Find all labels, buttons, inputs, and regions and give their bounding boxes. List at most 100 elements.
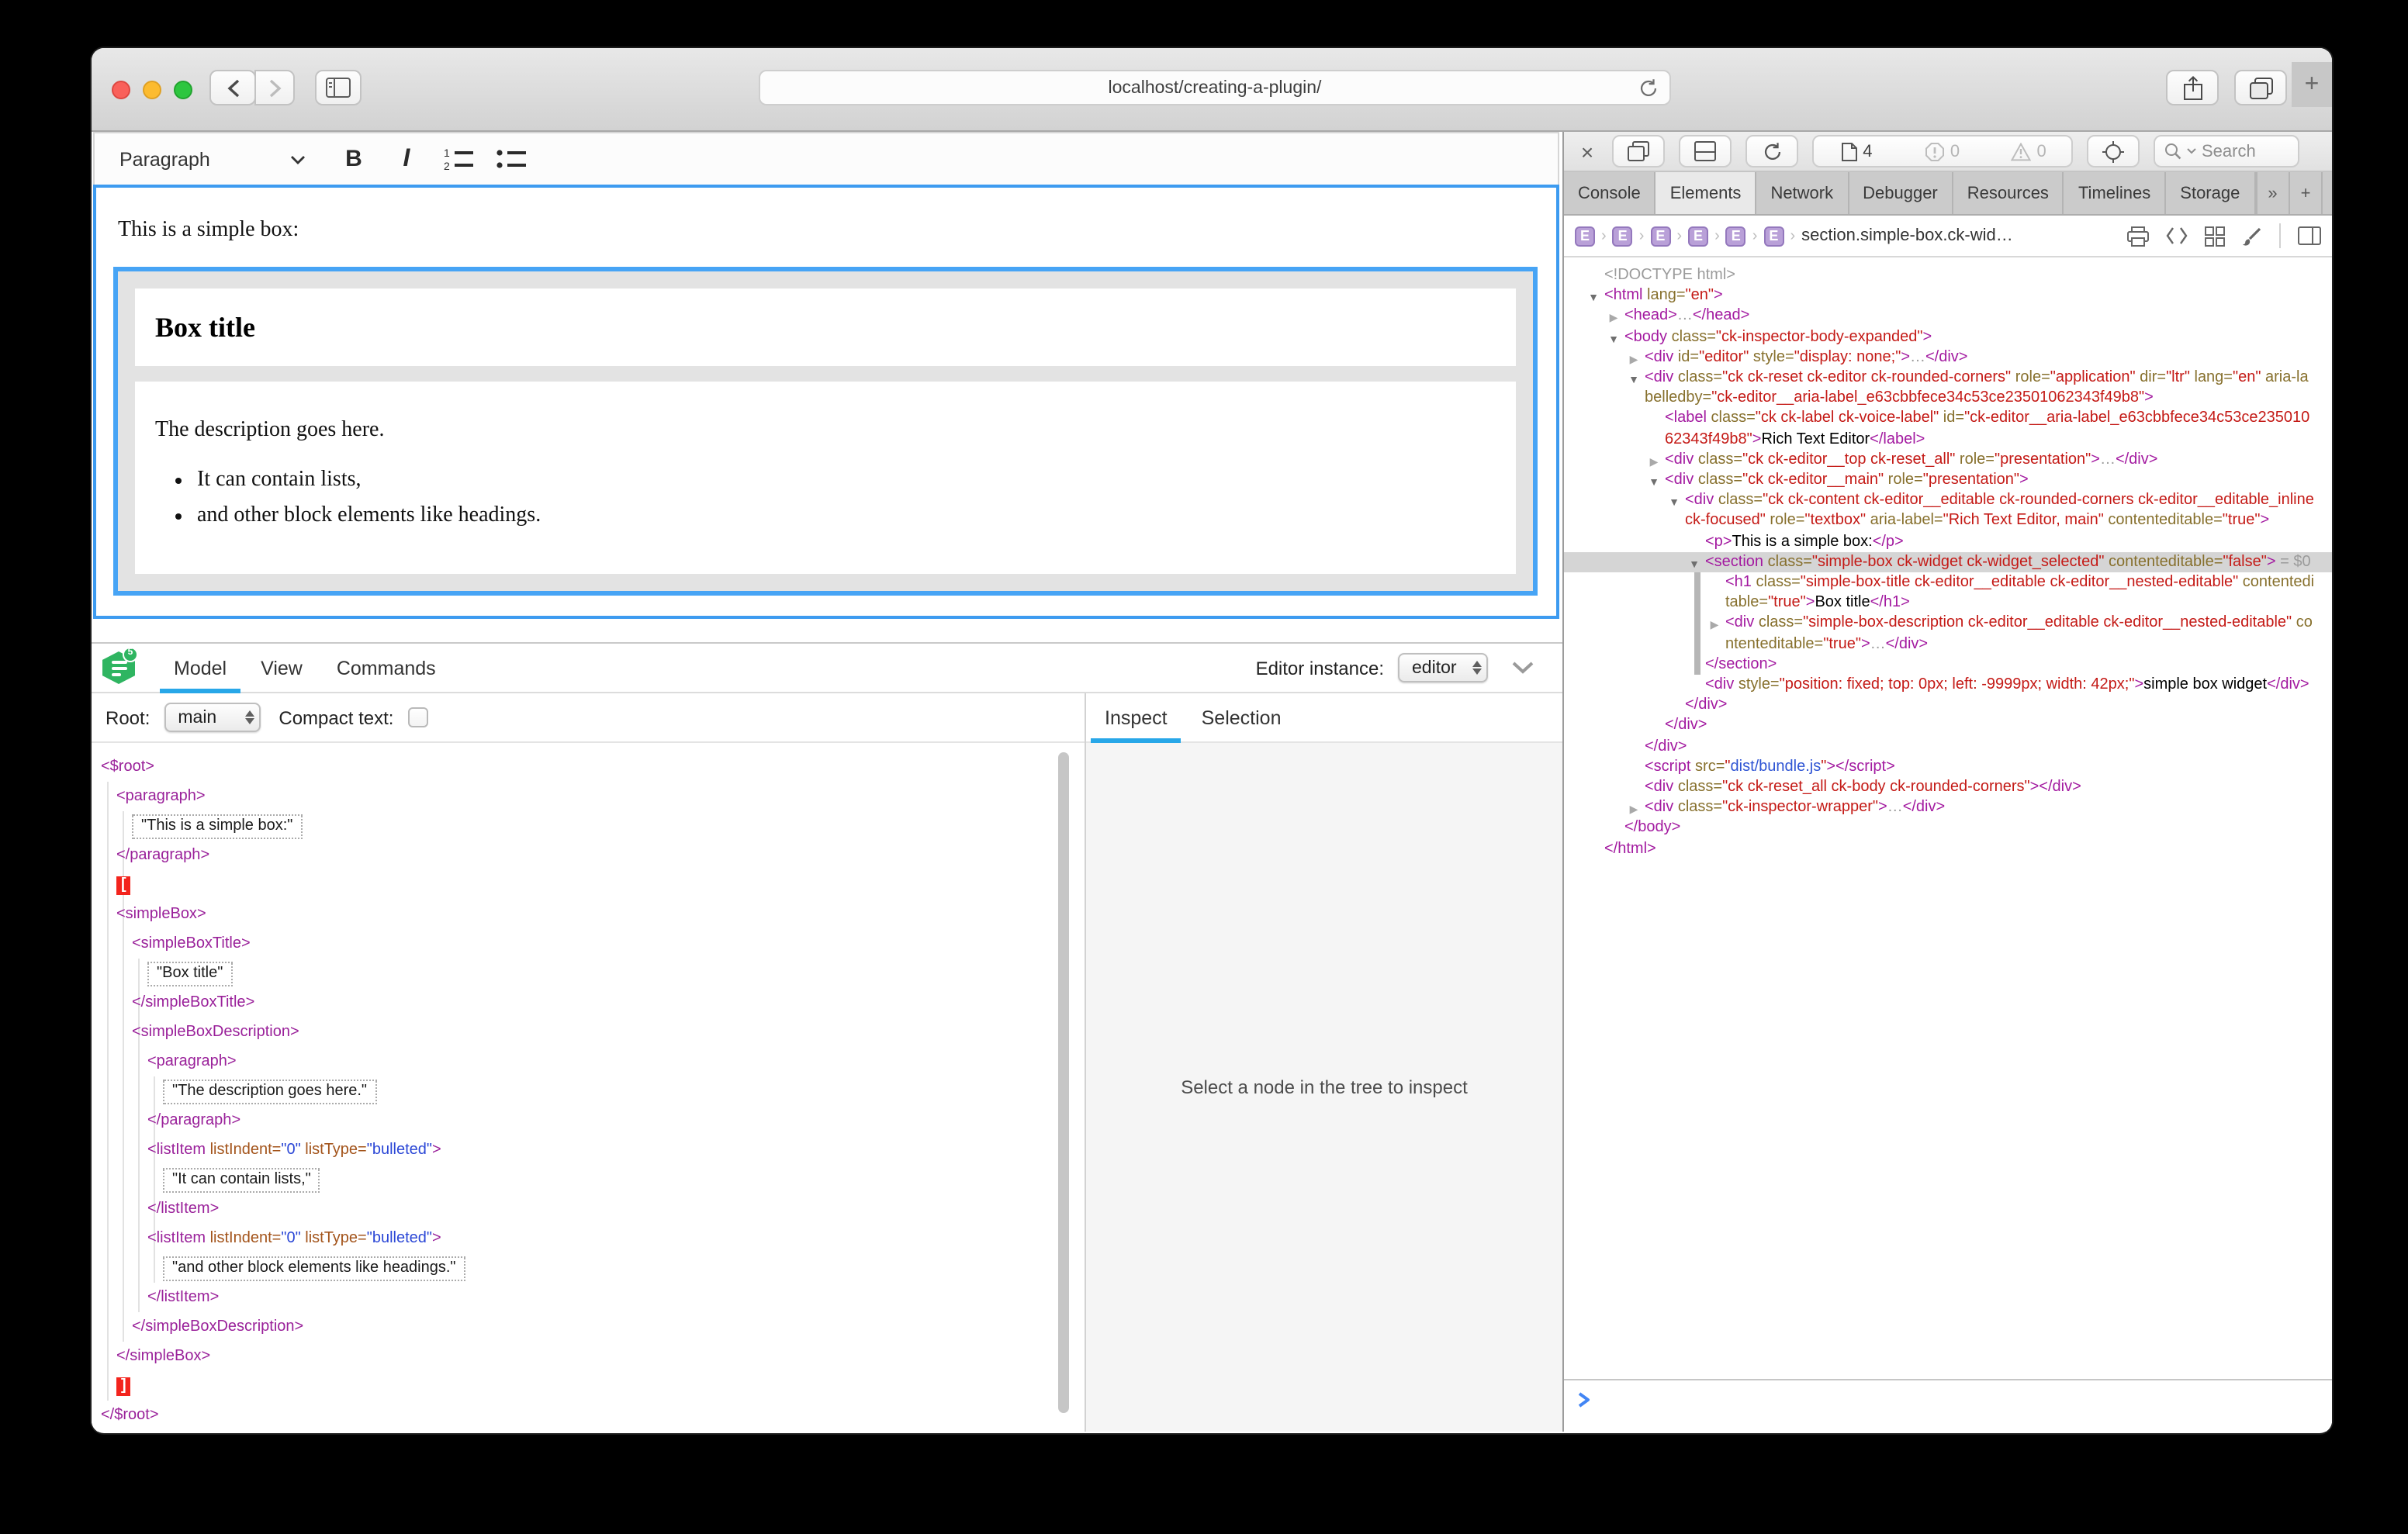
expanded-arrow-icon[interactable]: ▼ bbox=[1666, 493, 1682, 513]
new-tab-button[interactable]: + bbox=[2292, 62, 2332, 107]
model-node[interactable]: </listItem> bbox=[101, 1283, 1085, 1312]
resource-status-group[interactable]: 4 0 0 bbox=[1812, 135, 2073, 168]
tab-overview-button[interactable] bbox=[2234, 70, 2287, 105]
element-badge-icon[interactable]: E bbox=[1688, 226, 1708, 246]
expanded-arrow-icon[interactable]: ▼ bbox=[1626, 371, 1642, 391]
bold-button[interactable]: B bbox=[334, 140, 374, 178]
console-prompt[interactable] bbox=[1564, 1379, 2332, 1432]
editor-instance-select[interactable]: editor bbox=[1398, 653, 1488, 682]
side-tab-selection[interactable]: Selection bbox=[1185, 693, 1299, 742]
devtools-tab-console[interactable]: Console bbox=[1564, 172, 1656, 214]
devtools-tab-storage[interactable]: Storage bbox=[2166, 172, 2255, 214]
close-window-button[interactable] bbox=[112, 81, 130, 99]
devtools-tab-timelines[interactable]: Timelines bbox=[2064, 172, 2166, 214]
model-node[interactable]: </listItem> bbox=[101, 1194, 1085, 1224]
close-devtools-button[interactable]: × bbox=[1576, 139, 1598, 164]
side-tab-inspect[interactable]: Inspect bbox=[1088, 693, 1185, 742]
dom-node[interactable]: </div> bbox=[1564, 736, 2332, 756]
grid-icon[interactable] bbox=[2205, 226, 2225, 246]
dom-node[interactable]: ▶<div class="ck ck-editor__top ck-reset_… bbox=[1564, 450, 2332, 470]
devtools-tab-resources[interactable]: Resources bbox=[1953, 172, 2064, 214]
box-title-text[interactable]: Box title bbox=[155, 311, 255, 344]
tree-scrollbar[interactable] bbox=[1058, 752, 1069, 1413]
forward-button[interactable] bbox=[254, 70, 295, 105]
reload-button[interactable] bbox=[1638, 78, 1659, 104]
share-button[interactable] bbox=[2166, 70, 2219, 105]
model-node[interactable]: "This is a simple box:" bbox=[101, 811, 1085, 841]
heading-dropdown[interactable]: Paragraph bbox=[119, 148, 306, 170]
dom-node[interactable]: ▼<html lang="en"> bbox=[1564, 285, 2332, 306]
model-node[interactable]: <paragraph> bbox=[101, 1047, 1085, 1076]
devtools-search-field[interactable]: Search bbox=[2154, 135, 2299, 168]
collapse-inspector-button[interactable] bbox=[1511, 661, 1534, 675]
element-badge-icon[interactable]: E bbox=[1650, 226, 1670, 246]
model-node[interactable]: </paragraph> bbox=[101, 1106, 1085, 1135]
devtools-tab-network[interactable]: Network bbox=[1756, 172, 1849, 214]
model-node[interactable]: <listItem listIndent="0" listType="bulle… bbox=[101, 1135, 1085, 1165]
box-list-item[interactable]: and other block elements like headings. bbox=[197, 503, 1496, 530]
model-node[interactable]: [ bbox=[101, 870, 1085, 900]
dom-node[interactable]: ▼<div class="ck ck-content ck-editor__ed… bbox=[1564, 490, 2332, 531]
styles-brush-icon[interactable] bbox=[2242, 226, 2262, 246]
code-brackets-icon[interactable] bbox=[2166, 226, 2188, 245]
compact-text-checkbox[interactable] bbox=[407, 707, 427, 727]
devtools-reload-button[interactable] bbox=[1745, 135, 1798, 168]
model-node[interactable]: ] bbox=[101, 1371, 1085, 1401]
dom-node[interactable]: ▼<div class="ck ck-editor__main" role="p… bbox=[1564, 470, 2332, 490]
dom-node[interactable]: ▶<div class="simple-box-description ck-e… bbox=[1564, 613, 2332, 655]
model-node[interactable]: <$root> bbox=[101, 752, 1085, 782]
numbered-list-button[interactable]: 12 bbox=[439, 140, 479, 178]
devtools-tab-debugger[interactable]: Debugger bbox=[1849, 172, 1953, 214]
intro-paragraph[interactable]: This is a simple box: bbox=[118, 219, 1556, 244]
simple-box-widget[interactable]: Box title The description goes here. It … bbox=[113, 267, 1538, 596]
model-node[interactable]: <paragraph> bbox=[101, 782, 1085, 811]
model-node[interactable]: "Box title" bbox=[101, 959, 1085, 988]
simple-box-title-field[interactable]: Box title bbox=[135, 288, 1516, 366]
model-node[interactable]: <listItem listIndent="0" listType="bulle… bbox=[101, 1224, 1085, 1253]
dom-node[interactable]: ▼<div class="ck ck-reset ck-editor ck-ro… bbox=[1564, 368, 2332, 409]
dom-node[interactable]: </html> bbox=[1564, 838, 2332, 859]
model-node[interactable]: </simpleBox> bbox=[101, 1342, 1085, 1371]
dock-bottom-button[interactable] bbox=[1679, 135, 1732, 168]
box-list-item[interactable]: It can contain lists, bbox=[197, 467, 1496, 495]
model-node[interactable]: "The description goes here." bbox=[101, 1076, 1085, 1106]
print-icon[interactable] bbox=[2127, 226, 2149, 246]
model-node[interactable]: "It can contain lists," bbox=[101, 1165, 1085, 1194]
model-node[interactable]: </simpleBoxTitle> bbox=[101, 988, 1085, 1017]
dom-node[interactable]: ▶<head>…</head> bbox=[1564, 306, 2332, 326]
dom-node[interactable]: ▼<body class="ck-inspector-body-expanded… bbox=[1564, 326, 2332, 347]
model-node[interactable]: <simpleBox> bbox=[101, 900, 1085, 929]
dom-node[interactable]: <label class="ck ck-label ck-voice-label… bbox=[1564, 409, 2332, 450]
dom-node[interactable]: ▼<section class="simple-box ck-widget ck… bbox=[1564, 552, 2332, 572]
editor-editable-area[interactable]: This is a simple box: Box title The desc… bbox=[93, 185, 1559, 619]
details-sidebar-toggle-icon[interactable] bbox=[2298, 226, 2321, 245]
collapsed-arrow-icon[interactable]: ▶ bbox=[1707, 617, 1722, 637]
model-node[interactable]: </paragraph> bbox=[101, 841, 1085, 870]
dom-node[interactable]: </div> bbox=[1564, 716, 2332, 736]
dom-node[interactable]: <div class="ck ck-reset_all ck-body ck-r… bbox=[1564, 777, 2332, 797]
bulleted-list-button[interactable] bbox=[492, 140, 532, 178]
add-panel-button[interactable]: + bbox=[2289, 172, 2322, 214]
element-badge-icon[interactable]: E bbox=[1726, 226, 1746, 246]
italic-button[interactable]: I bbox=[386, 140, 427, 178]
zoom-window-button[interactable] bbox=[174, 81, 192, 99]
dom-node[interactable]: ▶<div class="ck-inspector-wrapper">…</di… bbox=[1564, 798, 2332, 818]
model-node[interactable]: <simpleBoxTitle> bbox=[101, 929, 1085, 959]
devtools-tab-elements[interactable]: Elements bbox=[1656, 172, 1757, 214]
element-badge-icon[interactable]: E bbox=[1613, 226, 1633, 246]
element-badge-icon[interactable]: E bbox=[1763, 226, 1784, 246]
dom-node[interactable]: <h1 class="simple-box-title ck-editor__e… bbox=[1564, 572, 2332, 613]
dom-node[interactable]: <script src="dist/bundle.js"></script> bbox=[1564, 757, 2332, 777]
detach-devtools-button[interactable] bbox=[1612, 135, 1665, 168]
model-node[interactable]: </$root> bbox=[101, 1401, 1085, 1430]
breadcrumb-current[interactable]: section.simple-box.ck-wid… bbox=[1801, 226, 2013, 245]
dom-node[interactable]: </body> bbox=[1564, 818, 2332, 838]
dom-node[interactable]: <p>This is a simple box:</p> bbox=[1564, 531, 2332, 551]
dom-node[interactable]: </div> bbox=[1564, 696, 2332, 716]
element-badge-icon[interactable]: E bbox=[1575, 226, 1595, 246]
dom-node[interactable]: </section> bbox=[1564, 655, 2332, 675]
box-description-text[interactable]: The description goes here. bbox=[155, 419, 1496, 444]
minimize-window-button[interactable] bbox=[143, 81, 161, 99]
inspect-element-button[interactable] bbox=[2087, 135, 2140, 168]
address-bar[interactable]: localhost/creating-a-plugin/ bbox=[759, 70, 1671, 105]
